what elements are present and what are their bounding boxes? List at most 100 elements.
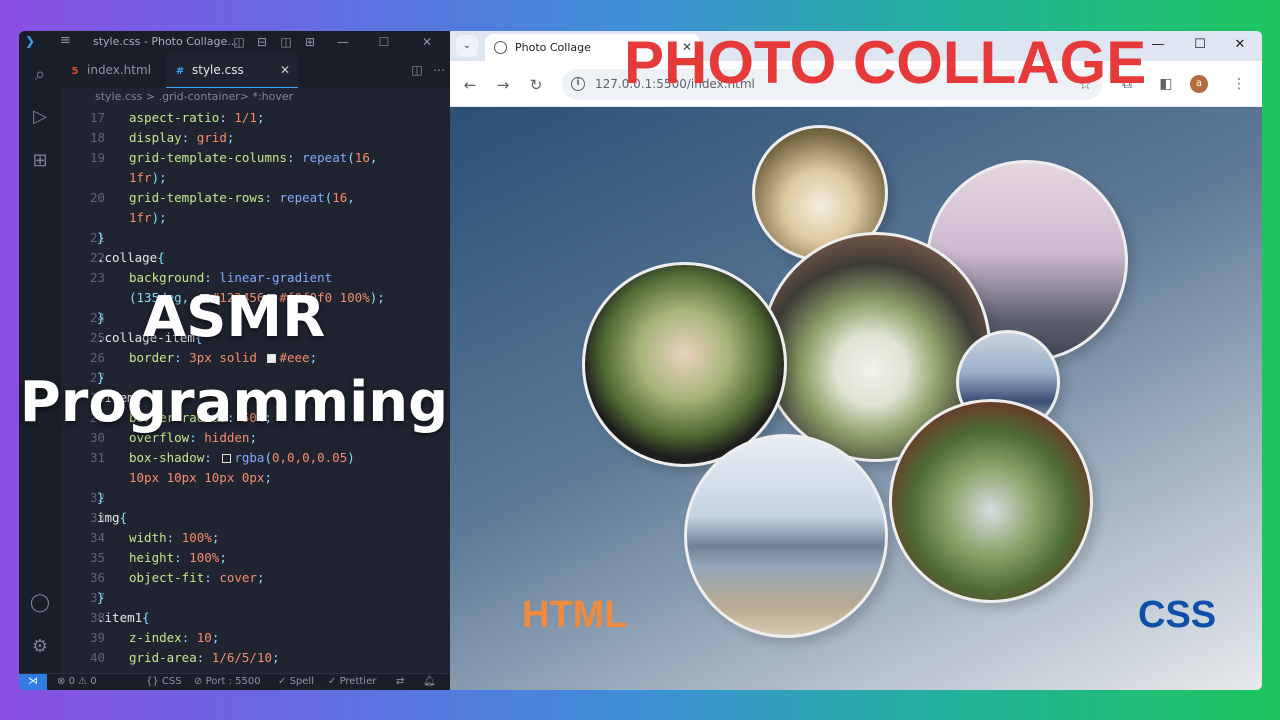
language-mode[interactable]: {} CSS (146, 674, 182, 690)
code-line[interactable]: 40 grid-area: 1/6/5/10; (61, 648, 450, 668)
line-number: 35 (89, 550, 105, 565)
feedback-icon[interactable]: ⇄ (396, 674, 404, 690)
tab-style-css[interactable]: # style.css ✕ (166, 53, 298, 88)
avatar[interactable]: a (1190, 75, 1208, 93)
code-line[interactable]: 36 object-fit: cover; (61, 568, 450, 588)
toggle-panel-icon[interactable]: ⊟ (254, 33, 270, 51)
code-line[interactable]: 10px 10px 10px 0px; (61, 468, 450, 488)
breadcrumb-symbol[interactable]: .grid-container> *:hover (159, 90, 294, 103)
breadcrumb: style.css > .grid-container> *:hover (61, 88, 450, 108)
live-server-port[interactable]: ⊘ Port : 5500 (194, 674, 261, 690)
line-number: 39 (89, 630, 105, 645)
code-line[interactable]: 18 display: grid; (61, 128, 450, 148)
code-text: } (97, 230, 105, 245)
customize-layout-icon[interactable]: ⊞ (302, 33, 318, 51)
menu-icon[interactable]: ≡ (60, 34, 76, 48)
line-number: 36 (89, 570, 105, 585)
color-swatch[interactable] (267, 354, 277, 363)
account-icon[interactable]: ◯ (28, 591, 52, 615)
html-label: HTML (522, 594, 628, 636)
toggle-secondary-sidebar-icon[interactable]: ◫ (278, 33, 294, 51)
browser-window: ⌄ Photo Collage ✕ — ☐ ✕ ← → ↻ i 127.0.0.… (450, 31, 1262, 690)
forest-couple-photo (582, 262, 787, 467)
code-line[interactable]: 38 .item1{ (61, 608, 450, 628)
code-text: grid-template-columns: repeat(16, (129, 150, 378, 165)
color-swatch[interactable] (222, 454, 232, 463)
tab-label: style.css (192, 63, 244, 77)
code-line[interactable]: 39 z-index: 10; (61, 628, 450, 648)
code-line[interactable]: 37} (61, 588, 450, 608)
toggle-sidebar-icon[interactable]: ◫ (231, 33, 247, 51)
browser-tab-title: Photo Collage (515, 41, 591, 54)
tab-search-icon[interactable]: ⌄ (456, 35, 478, 57)
page-content: HTML CSS (450, 107, 1262, 690)
side-panel-icon[interactable]: ◧ (1157, 75, 1175, 93)
code-line[interactable]: 1fr); (61, 168, 450, 188)
code-text: } (97, 590, 105, 605)
overlay-title-programming: Programming (19, 370, 449, 435)
code-text: grid-area: 1/6/5/10; (129, 650, 280, 665)
html5-icon: 5 (71, 66, 79, 77)
minimize-icon[interactable]: — (1148, 35, 1168, 55)
extensions-icon[interactable]: ⊞ (28, 149, 52, 173)
code-line[interactable]: 20 grid-template-rows: repeat(16, (61, 188, 450, 208)
code-text: object-fit: cover; (129, 570, 265, 585)
line-number: 40 (89, 650, 105, 665)
code-text: height: 100%; (129, 550, 227, 565)
forward-icon[interactable]: → (493, 75, 513, 95)
activity-bar: ⌕ ▷ ⊞ ◯ ⚙ (19, 53, 61, 673)
menu-kebab-icon[interactable]: ⋮ (1230, 75, 1248, 93)
code-text: } (97, 490, 105, 505)
problems-status[interactable]: ⊗ 0 ⚠ 0 (57, 674, 97, 690)
code-line[interactable]: 19 grid-template-columns: repeat(16, (61, 148, 450, 168)
code-line[interactable]: 33 img{ (61, 508, 450, 528)
back-icon[interactable]: ← (460, 75, 480, 95)
more-actions-icon[interactable]: ⋯ (431, 61, 447, 79)
minimize-icon[interactable]: — (335, 33, 351, 51)
code-line[interactable]: 17 aspect-ratio: 1/1; (61, 108, 450, 128)
overlay-title-asmr: ASMR (142, 285, 326, 350)
vscode-titlebar: ❯ ≡ style.css - Photo Collage... ◫ ⊟ ◫ ⊞… (19, 31, 450, 53)
code-line[interactable]: 22 .collage{ (61, 248, 450, 268)
remote-icon[interactable]: ⋊ (19, 674, 47, 690)
vscode-logo-icon: ❯ (25, 34, 36, 48)
code-text: aspect-ratio: 1/1; (129, 110, 265, 125)
maximize-icon[interactable]: ☐ (376, 33, 392, 51)
split-editor-icon[interactable]: ◫ (409, 61, 425, 79)
close-window-icon[interactable]: ✕ (1230, 35, 1250, 55)
trees-couple-photo (889, 399, 1093, 603)
line-number: 23 (89, 270, 105, 285)
settings-gear-icon[interactable]: ⚙ (28, 635, 52, 659)
prettier-status[interactable]: ✓ Prettier (328, 674, 376, 690)
line-number: 34 (89, 530, 105, 545)
code-line[interactable]: 32} (61, 488, 450, 508)
code-line[interactable]: 34 width: 100%; (61, 528, 450, 548)
css-label: CSS (1138, 594, 1217, 636)
code-line[interactable]: 35 height: 100%; (61, 548, 450, 568)
spell-check-status[interactable]: ✓ Spell (278, 674, 314, 690)
maximize-icon[interactable]: ☐ (1190, 35, 1210, 55)
close-icon[interactable]: ✕ (419, 33, 435, 51)
code-line[interactable]: 1fr); (61, 208, 450, 228)
site-info-icon[interactable]: i (571, 77, 585, 91)
code-line[interactable]: 31 box-shadow: rgba(0,0,0,0.05) (61, 448, 450, 468)
notifications-bell-icon[interactable]: 🔔︎ (423, 674, 436, 690)
code-line[interactable]: 21} (61, 228, 450, 248)
code-text: 1fr); (129, 210, 167, 225)
page-title: PHOTO COLLAGE (624, 31, 1147, 96)
code-text: .collage{ (97, 250, 165, 265)
line-number: 31 (89, 450, 105, 465)
css-icon: # (175, 66, 185, 77)
vscode-window-title: style.css - Photo Collage... (93, 35, 238, 48)
code-text: border: 3px solid #eee; (129, 350, 318, 365)
close-tab-icon[interactable]: ✕ (280, 53, 290, 88)
run-debug-icon[interactable]: ▷ (28, 105, 52, 129)
code-line[interactable]: 26 border: 3px solid #eee; (61, 348, 450, 368)
screen-frame: ❯ ≡ style.css - Photo Collage... ◫ ⊟ ◫ ⊞… (19, 31, 1262, 690)
code-text: box-shadow: rgba(0,0,0,0.05) (129, 450, 355, 465)
search-icon[interactable]: ⌕ (28, 63, 52, 87)
code-text: .item1{ (97, 610, 150, 625)
breadcrumb-file[interactable]: style.css (95, 90, 142, 103)
tab-index-html[interactable]: 5 index.html (61, 53, 163, 88)
reload-icon[interactable]: ↻ (526, 75, 546, 95)
